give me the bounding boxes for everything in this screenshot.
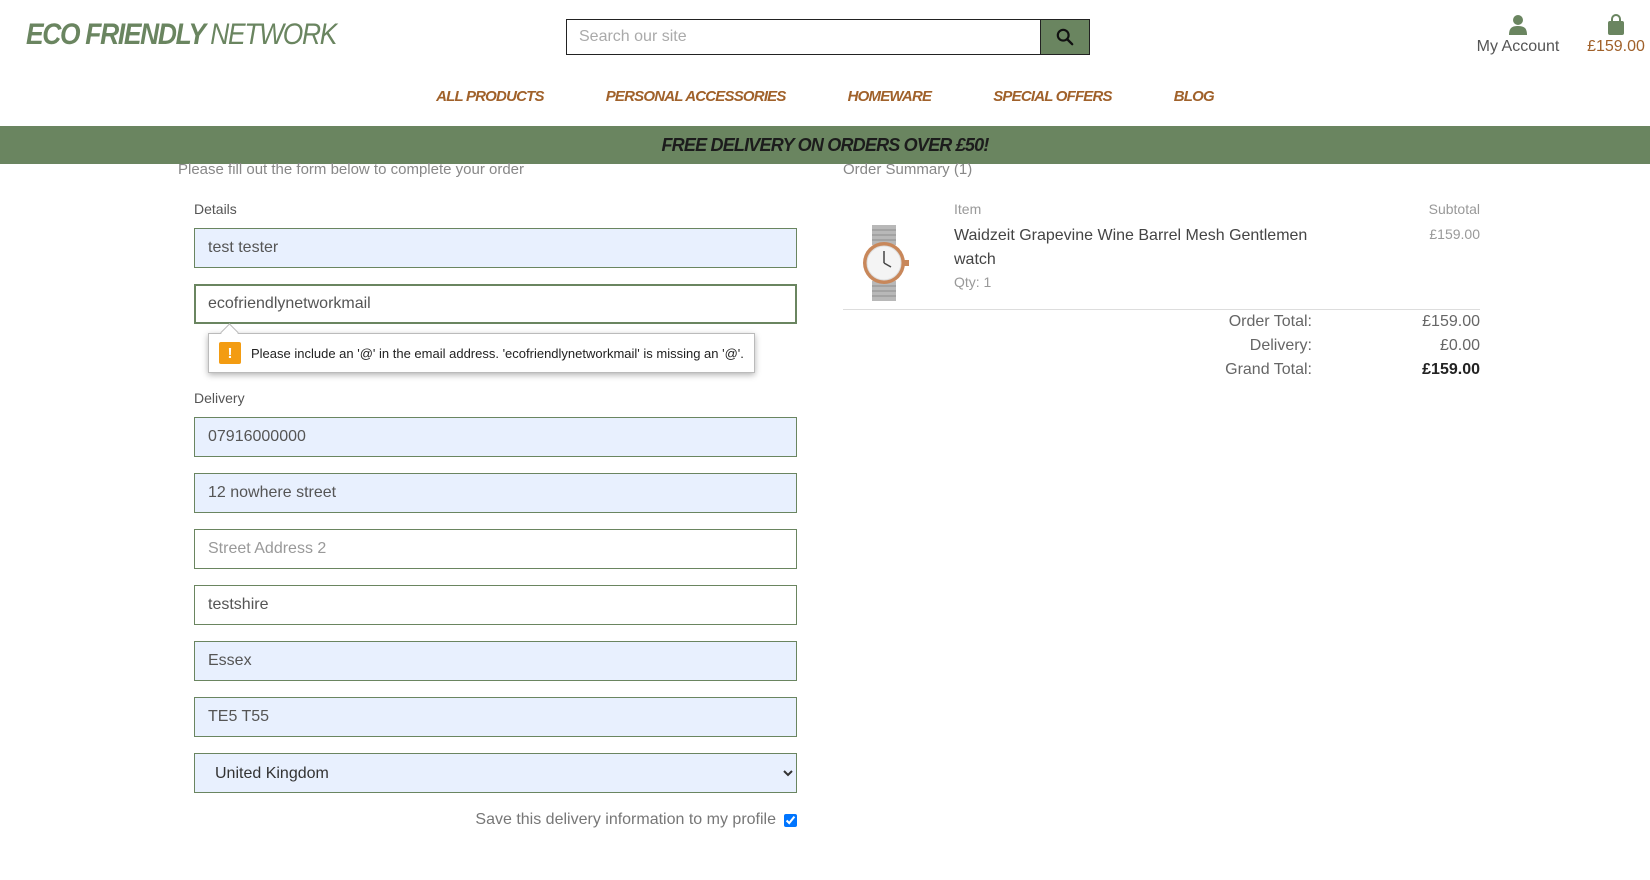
order-total-value: £159.00: [1422, 313, 1480, 330]
nav-blog[interactable]: BLOG: [1174, 88, 1215, 105]
nav-special-offers[interactable]: SPECIAL OFFERS: [993, 88, 1112, 105]
delivery-banner: FREE DELIVERY ON ORDERS OVER £50!: [0, 126, 1650, 164]
summary-divider: [843, 309, 1480, 310]
logo-light-text: NETWORK: [210, 18, 337, 51]
my-account-label: My Account: [1476, 38, 1560, 55]
subtotal-column-header: Subtotal: [1428, 201, 1480, 217]
my-account-link[interactable]: My Account: [1470, 14, 1566, 56]
search-input[interactable]: [567, 20, 1040, 54]
save-info-row[interactable]: Save this delivery information to my pro…: [460, 811, 797, 829]
save-info-checkbox[interactable]: [784, 813, 797, 827]
warning-icon: !: [219, 342, 241, 364]
logo-bold-text: ECO FRIENDLY: [26, 18, 206, 51]
main-nav: ALL PRODUCTS PERSONAL ACCESSORIES HOMEWA…: [0, 88, 1650, 105]
delivery-cost-value: £0.00: [1439, 337, 1480, 354]
delivery-label: Delivery: [194, 390, 245, 406]
product-image: [863, 225, 909, 301]
country-select[interactable]: United Kingdom: [194, 753, 797, 793]
postcode-field[interactable]: [194, 697, 797, 737]
street-address-2-field[interactable]: [194, 529, 797, 569]
bag-total: £159.00: [1587, 38, 1645, 55]
search-icon: [1056, 28, 1074, 46]
nav-personal-accessories[interactable]: PERSONAL ACCESSORIES: [606, 88, 787, 105]
banner-text: FREE DELIVERY ON ORDERS OVER £50!: [661, 134, 989, 155]
form-intro: Please fill out the form below to comple…: [178, 161, 525, 178]
search-bar: [566, 19, 1090, 55]
details-label: Details: [194, 201, 237, 217]
phone-field[interactable]: [194, 417, 797, 457]
order-total-label: Order Total:: [1228, 313, 1312, 330]
delivery-cost-label: Delivery:: [1249, 337, 1312, 354]
full-name-field[interactable]: [194, 228, 797, 268]
town-field[interactable]: [194, 585, 797, 625]
site-logo[interactable]: ECO FRIENDLY NETWORK: [26, 18, 337, 52]
county-field[interactable]: [194, 641, 797, 681]
search-button[interactable]: [1040, 20, 1089, 54]
shopping-bag-link[interactable]: £159.00: [1582, 14, 1650, 56]
nav-homeware[interactable]: HOMEWARE: [848, 88, 932, 105]
item-column-header: Item: [954, 201, 982, 217]
shopping-bag-icon: [1608, 14, 1624, 35]
order-summary-title: Order Summary (1): [843, 161, 973, 178]
save-info-label: Save this delivery information to my pro…: [475, 811, 776, 828]
nav-all-products[interactable]: ALL PRODUCTS: [436, 88, 544, 105]
email-validation-tooltip: ! Please include an '@' in the email add…: [208, 333, 755, 373]
grand-total-label: Grand Total:: [1225, 361, 1312, 378]
email-field[interactable]: [194, 284, 797, 324]
email-validation-message: Please include an '@' in the email addre…: [251, 345, 744, 361]
street-address-1-field[interactable]: [194, 473, 797, 513]
grand-total-value: £159.00: [1422, 361, 1480, 378]
product-subtotal: £159.00: [1429, 226, 1480, 242]
user-icon: [1509, 15, 1527, 35]
product-quantity: Qty: 1: [954, 274, 992, 290]
product-name: Waidzeit Grapevine Wine Barrel Mesh Gent…: [954, 227, 1308, 268]
